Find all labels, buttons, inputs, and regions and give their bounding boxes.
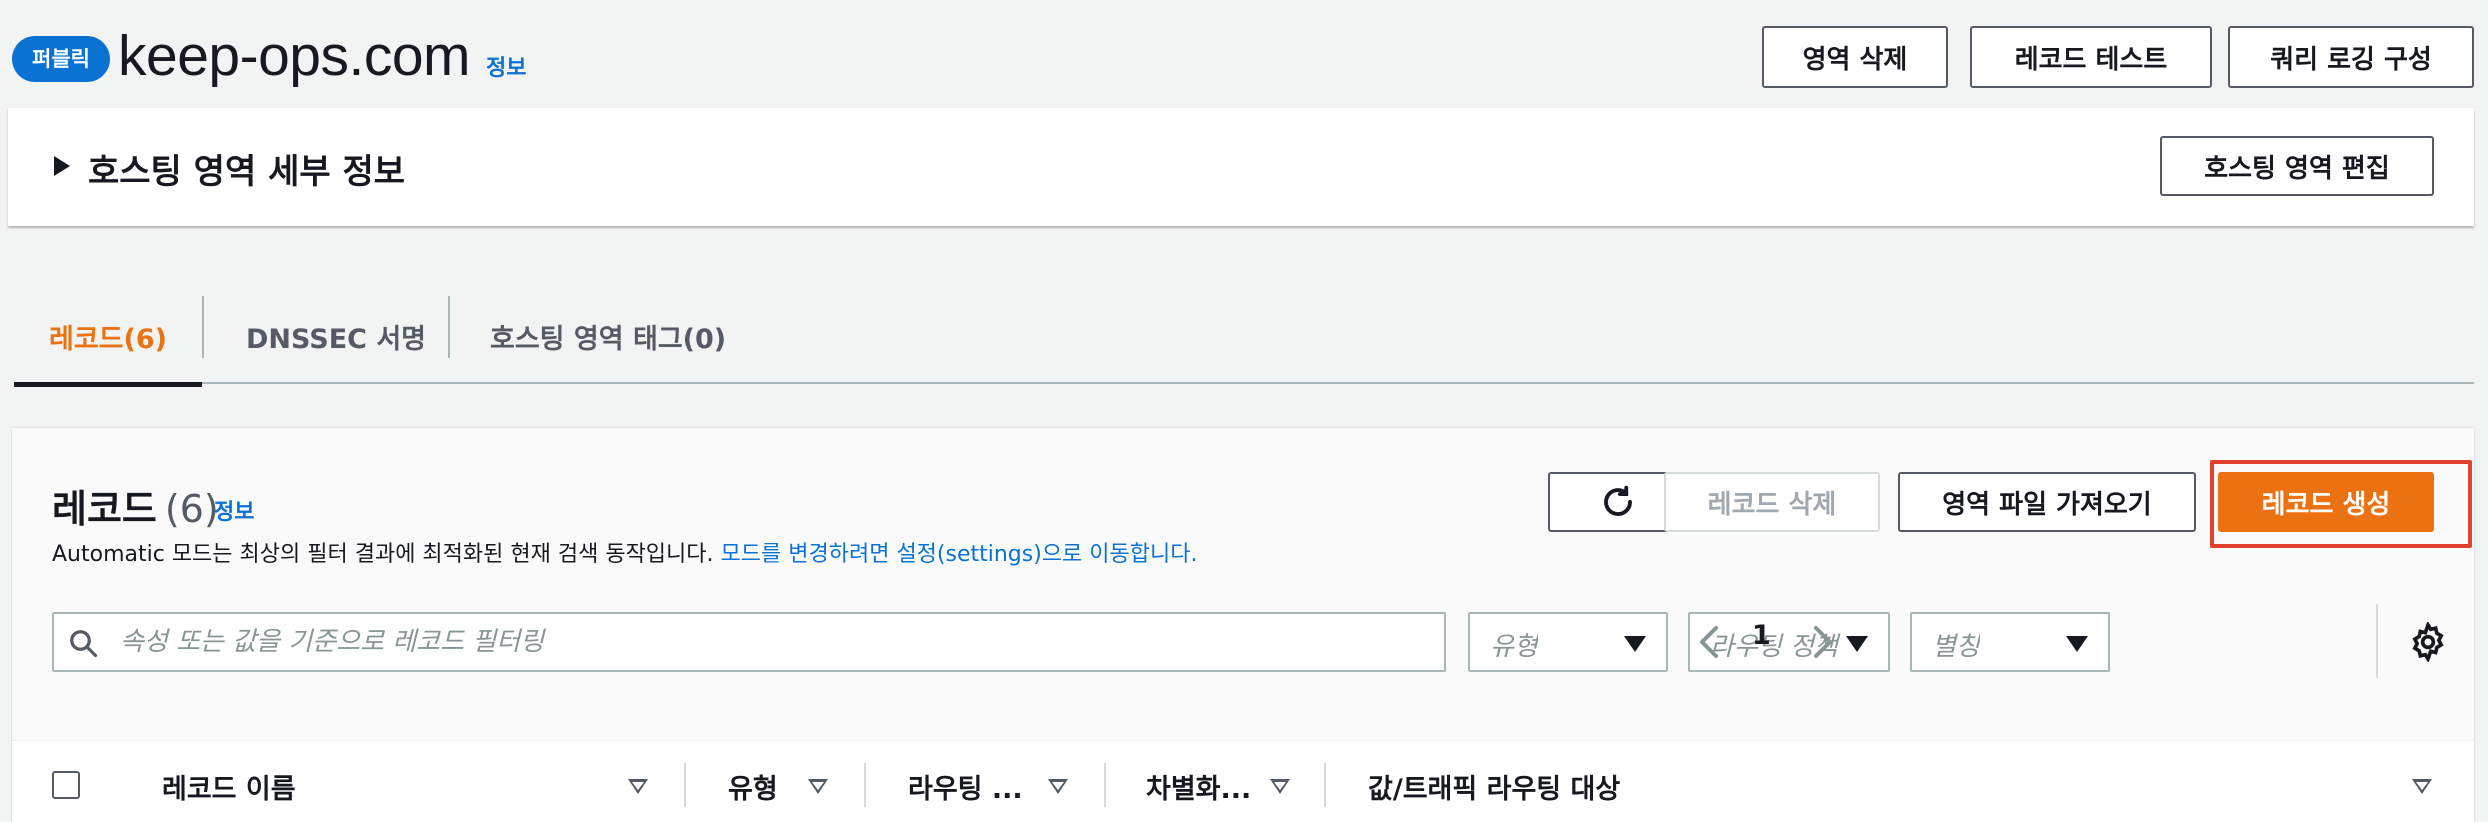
- records-count: (6): [164, 487, 219, 531]
- chevron-right-icon[interactable]: [1812, 624, 1836, 660]
- sort-icon[interactable]: [1270, 779, 1290, 794]
- records-table-header: 레코드 이름 유형 라우팅 ... 차별화... 값/트래픽 라우팅 대상: [12, 740, 2474, 822]
- column-divider[interactable]: [1324, 763, 1326, 807]
- pagination-divider: [2376, 604, 2378, 678]
- search-input[interactable]: [120, 614, 1430, 670]
- type-filter-select[interactable]: 유형: [1468, 612, 1668, 672]
- column-header-differentiator[interactable]: 차별화...: [1146, 767, 1251, 806]
- tab-hosted-zone-tags[interactable]: 호스팅 영역 태그(0): [490, 288, 726, 384]
- expand-triangle-icon[interactable]: [54, 156, 70, 176]
- alias-filter-select[interactable]: 별칭: [1910, 612, 2110, 672]
- info-link[interactable]: 정보: [486, 50, 526, 82]
- sort-icon[interactable]: [2412, 779, 2432, 794]
- records-panel: 레코드 (6) 정보 Automatic 모드는 최상의 필터 결과에 최적화된 …: [12, 428, 2474, 822]
- alias-filter-placeholder: 별칭: [1932, 632, 1980, 662]
- tabs: 레코드(6) DNSSEC 서명 호스팅 영역 태그(0): [14, 288, 2474, 387]
- tab-divider: [448, 296, 450, 358]
- tab-tags-label: 호스팅 영역 태그(0): [490, 323, 727, 355]
- column-divider[interactable]: [864, 763, 866, 807]
- caret-down-icon: [1624, 636, 1646, 652]
- records-title-text: 레코드: [52, 487, 157, 531]
- column-divider[interactable]: [1104, 763, 1106, 807]
- test-record-button[interactable]: 레코드 테스트: [1970, 26, 2212, 88]
- details-title[interactable]: 호스팅 영역 세부 정보: [88, 144, 405, 193]
- sort-icon[interactable]: [628, 779, 648, 794]
- query-logging-button[interactable]: 쿼리 로깅 구성: [2228, 26, 2474, 88]
- search-icon: [70, 630, 98, 658]
- column-header-type[interactable]: 유형: [728, 767, 778, 806]
- type-filter-placeholder: 유형: [1490, 632, 1538, 662]
- column-header-routing-policy[interactable]: 라우팅 ...: [908, 767, 1023, 806]
- delete-zone-button[interactable]: 영역 삭제: [1762, 26, 1948, 88]
- caret-down-icon: [2066, 636, 2088, 652]
- records-info-link[interactable]: 정보: [214, 494, 254, 526]
- column-divider[interactable]: [684, 763, 686, 807]
- public-badge: 퍼블릭: [12, 36, 110, 82]
- select-all-checkbox[interactable]: [52, 771, 80, 799]
- page-title: keep-ops.com: [118, 24, 471, 88]
- import-zone-file-button[interactable]: 영역 파일 가져오기: [1898, 472, 2196, 532]
- tab-dnssec[interactable]: DNSSEC 서명: [246, 288, 426, 384]
- create-record-button[interactable]: 레코드 생성: [2218, 472, 2434, 532]
- records-title: 레코드 (6): [52, 478, 219, 533]
- gear-icon[interactable]: [2408, 622, 2448, 662]
- chevron-left-icon[interactable]: [1696, 624, 1720, 660]
- tab-divider: [202, 296, 204, 358]
- description-text: Automatic 모드는 최상의 필터 결과에 최적화된 현재 검색 동작입니…: [52, 542, 714, 567]
- sort-icon[interactable]: [808, 779, 828, 794]
- settings-link[interactable]: 모드를 변경하려면 설정(settings)으로 이동합니다.: [721, 542, 1198, 567]
- records-description: Automatic 모드는 최상의 필터 결과에 최적화된 현재 검색 동작입니…: [52, 536, 1197, 568]
- refresh-icon: [1604, 485, 1632, 516]
- tab-records[interactable]: 레코드(6): [14, 288, 202, 387]
- delete-record-button[interactable]: 레코드 삭제: [1664, 472, 1880, 532]
- column-header-record-name[interactable]: 레코드 이름: [162, 767, 296, 806]
- current-page-number[interactable]: 1: [1752, 620, 1771, 651]
- edit-hosted-zone-button[interactable]: 호스팅 영역 편집: [2160, 136, 2434, 196]
- hosted-zone-details-panel: 호스팅 영역 세부 정보 호스팅 영역 편집: [8, 108, 2474, 226]
- column-header-value-route-traffic[interactable]: 값/트래픽 라우팅 대상: [1368, 767, 1620, 806]
- caret-down-icon: [1846, 636, 1868, 652]
- tab-dnssec-label: DNSSEC 서명: [246, 323, 427, 355]
- record-filter-search[interactable]: [52, 612, 1446, 672]
- tab-records-label: 레코드(6): [49, 323, 167, 355]
- sort-icon[interactable]: [1048, 779, 1068, 794]
